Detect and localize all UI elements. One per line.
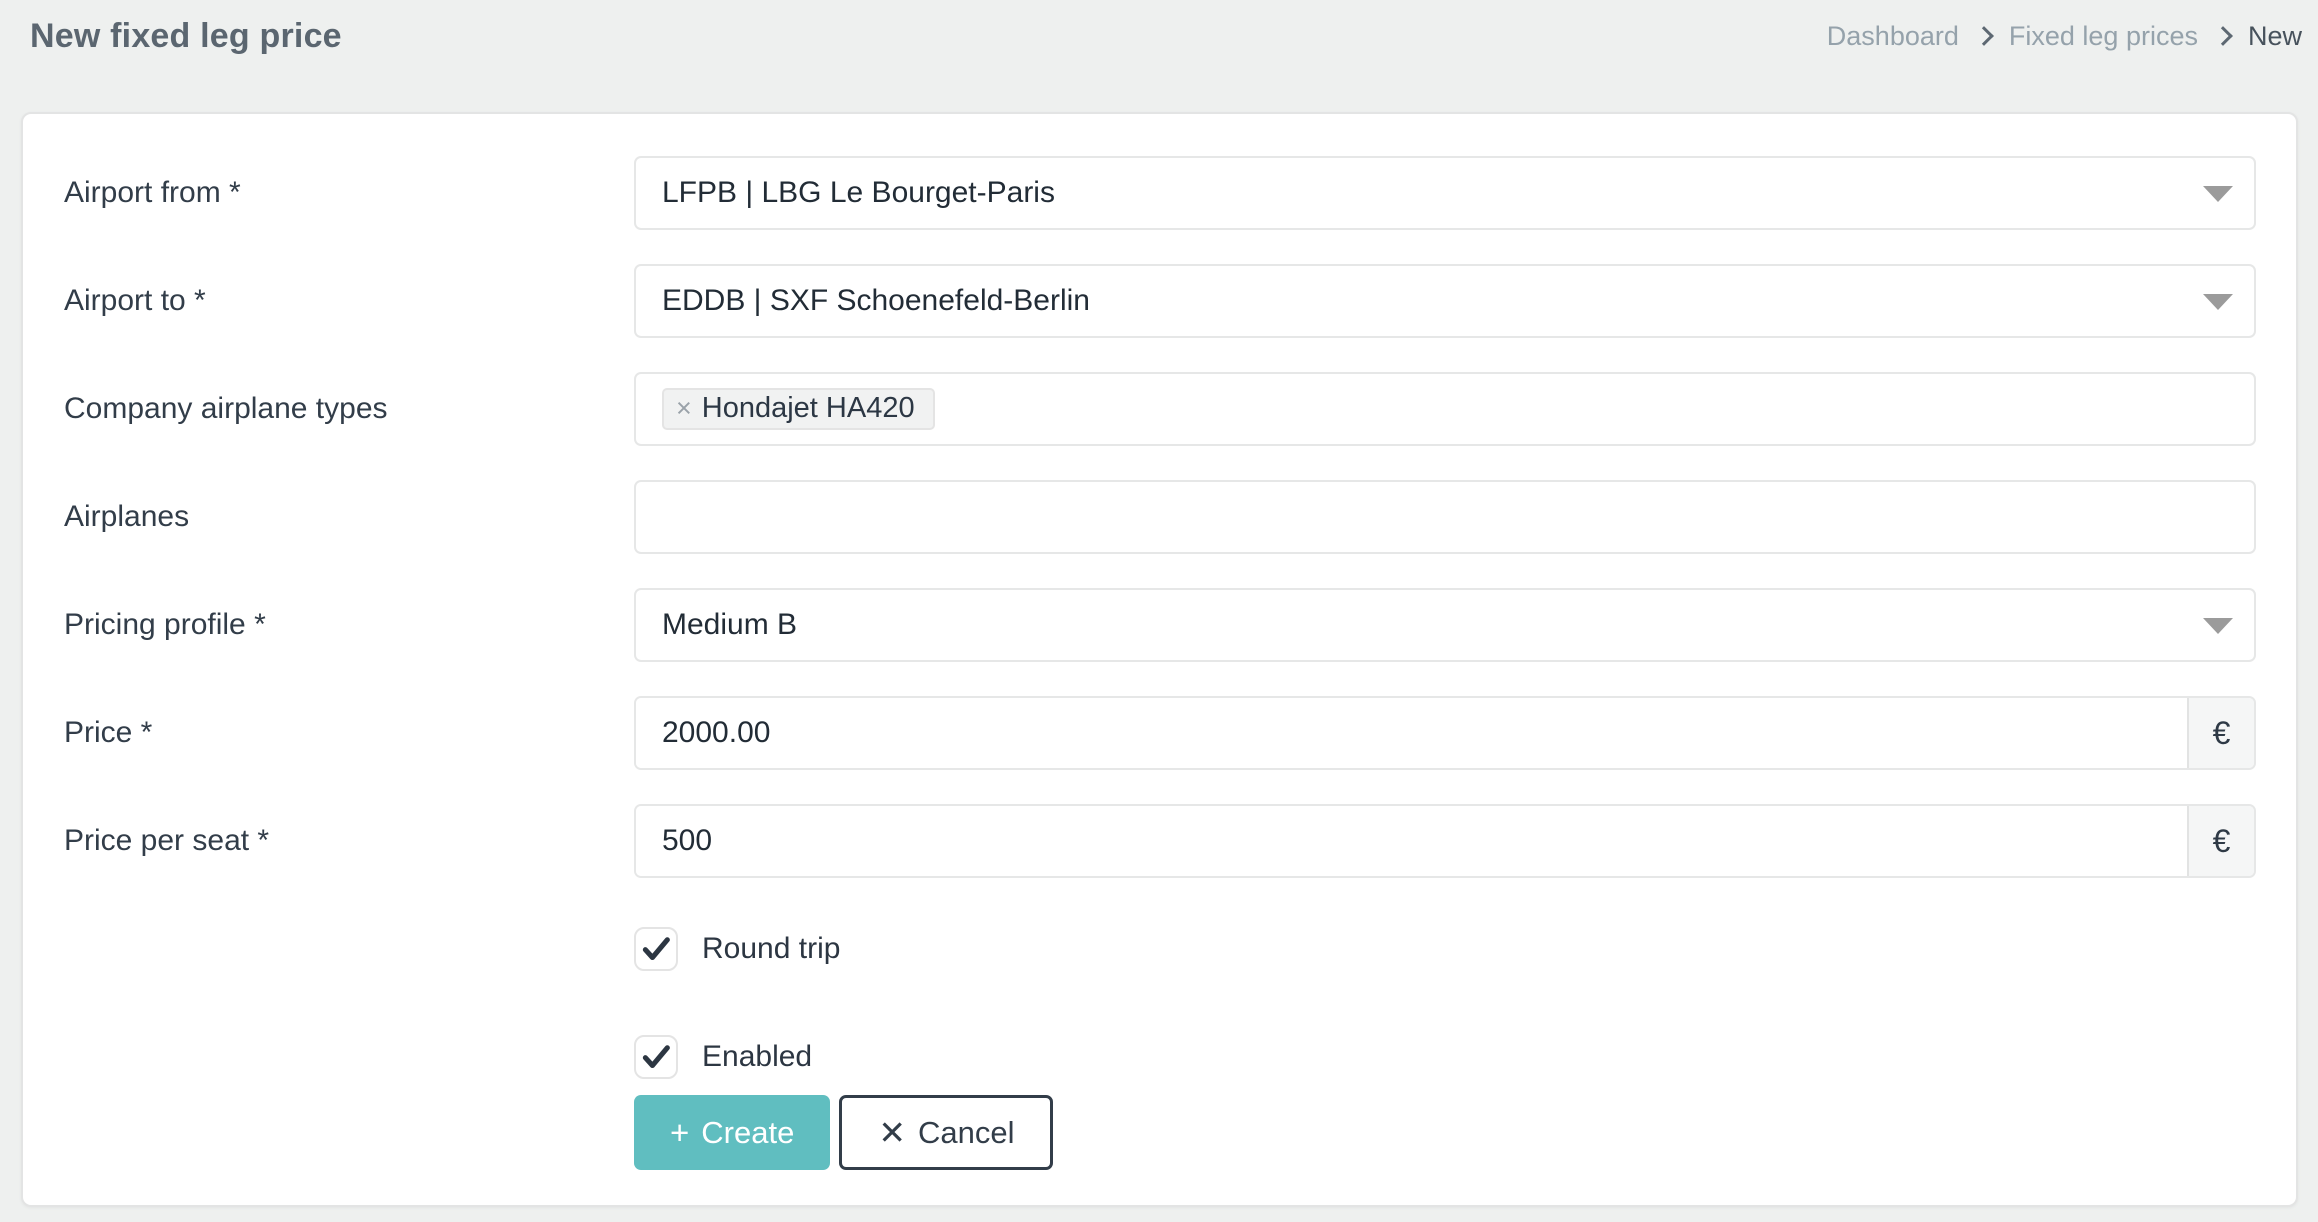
form-row-airplanes: Airplanes bbox=[64, 480, 2256, 554]
form-row-pricing-profile: Pricing profile * Medium B bbox=[64, 588, 2256, 662]
chevron-right-icon bbox=[2213, 26, 2233, 46]
price-currency-addon: € bbox=[2187, 698, 2254, 768]
page-header: New fixed leg price Dashboard Fixed leg … bbox=[0, 0, 2318, 58]
create-button[interactable]: + Create bbox=[634, 1095, 831, 1170]
chevron-right-icon bbox=[1973, 26, 1994, 46]
price-input[interactable] bbox=[636, 698, 2187, 768]
enabled-checkbox[interactable] bbox=[634, 1035, 678, 1079]
breadcrumb-item-fixed-leg-prices[interactable]: Fixed leg prices bbox=[2009, 21, 2198, 52]
breadcrumb-item-new: New bbox=[2247, 20, 2302, 51]
form-actions: + Create ✕ Cancel bbox=[634, 1095, 2256, 1170]
create-button-label: Create bbox=[701, 1114, 795, 1150]
airport-from-select[interactable]: LFPB | LBG Le Bourget-Paris bbox=[634, 156, 2256, 230]
page-title: New fixed leg price bbox=[30, 16, 342, 55]
round-trip-checkbox-row[interactable]: Round trip bbox=[634, 927, 2256, 971]
form-row-airport-from: Airport from * LFPB | LBG Le Bourget-Par… bbox=[64, 156, 2256, 230]
round-trip-checkbox[interactable] bbox=[634, 927, 678, 971]
caret-down-icon bbox=[2203, 618, 2233, 634]
checkbox-section: Round trip Enabled bbox=[634, 927, 2256, 1079]
enabled-label: Enabled bbox=[702, 1040, 813, 1073]
airport-to-select[interactable]: EDDB | SXF Schoenefeld-Berlin bbox=[634, 264, 2256, 338]
airport-from-label: Airport from * bbox=[64, 176, 241, 209]
form-card: Airport from * LFPB | LBG Le Bourget-Par… bbox=[21, 112, 2298, 1207]
round-trip-label: Round trip bbox=[702, 932, 841, 965]
breadcrumb: Dashboard Fixed leg prices New bbox=[1827, 21, 2304, 52]
chip-remove-icon[interactable]: × bbox=[676, 394, 692, 422]
enabled-checkbox-row[interactable]: Enabled bbox=[634, 1035, 2256, 1079]
plus-icon: + bbox=[670, 1114, 690, 1151]
company-airplane-types-multiselect[interactable]: × Hondajet HA420 bbox=[634, 372, 2256, 446]
x-icon: ✕ bbox=[878, 1114, 906, 1151]
form-row-price-per-seat: Price per seat * € bbox=[64, 804, 2256, 878]
airplanes-multiselect[interactable] bbox=[634, 480, 2256, 554]
chip-hondajet-ha420[interactable]: × Hondajet HA420 bbox=[662, 388, 935, 430]
airport-to-value: EDDB | SXF Schoenefeld-Berlin bbox=[662, 284, 1090, 317]
price-per-seat-input-group: € bbox=[634, 804, 2256, 878]
company-airplane-types-label: Company airplane types bbox=[64, 392, 388, 425]
checkmark-icon bbox=[642, 1045, 670, 1069]
price-input-group: € bbox=[634, 696, 2256, 770]
airport-to-label: Airport to * bbox=[64, 284, 206, 317]
form-row-price: Price * € bbox=[64, 696, 2256, 770]
form-row-company-airplane-types: Company airplane types × Hondajet HA420 bbox=[64, 372, 2256, 446]
checkmark-icon bbox=[642, 937, 670, 961]
cancel-button[interactable]: ✕ Cancel bbox=[839, 1095, 1054, 1170]
caret-down-icon bbox=[2203, 294, 2233, 310]
pricing-profile-label: Pricing profile * bbox=[64, 608, 266, 641]
breadcrumb-item-dashboard[interactable]: Dashboard bbox=[1827, 21, 1959, 52]
airplanes-label: Airplanes bbox=[64, 500, 190, 533]
form-row-airport-to: Airport to * EDDB | SXF Schoenefeld-Berl… bbox=[64, 264, 2256, 338]
pricing-profile-select[interactable]: Medium B bbox=[634, 588, 2256, 662]
pricing-profile-value: Medium B bbox=[662, 608, 798, 641]
price-per-seat-label: Price per seat * bbox=[64, 824, 270, 857]
caret-down-icon bbox=[2203, 186, 2233, 202]
price-per-seat-currency-addon: € bbox=[2187, 806, 2254, 876]
price-per-seat-input[interactable] bbox=[636, 806, 2187, 876]
price-label: Price * bbox=[64, 716, 153, 749]
airport-from-value: LFPB | LBG Le Bourget-Paris bbox=[662, 176, 1055, 209]
chip-label: Hondajet HA420 bbox=[701, 391, 915, 424]
cancel-button-label: Cancel bbox=[917, 1114, 1015, 1150]
